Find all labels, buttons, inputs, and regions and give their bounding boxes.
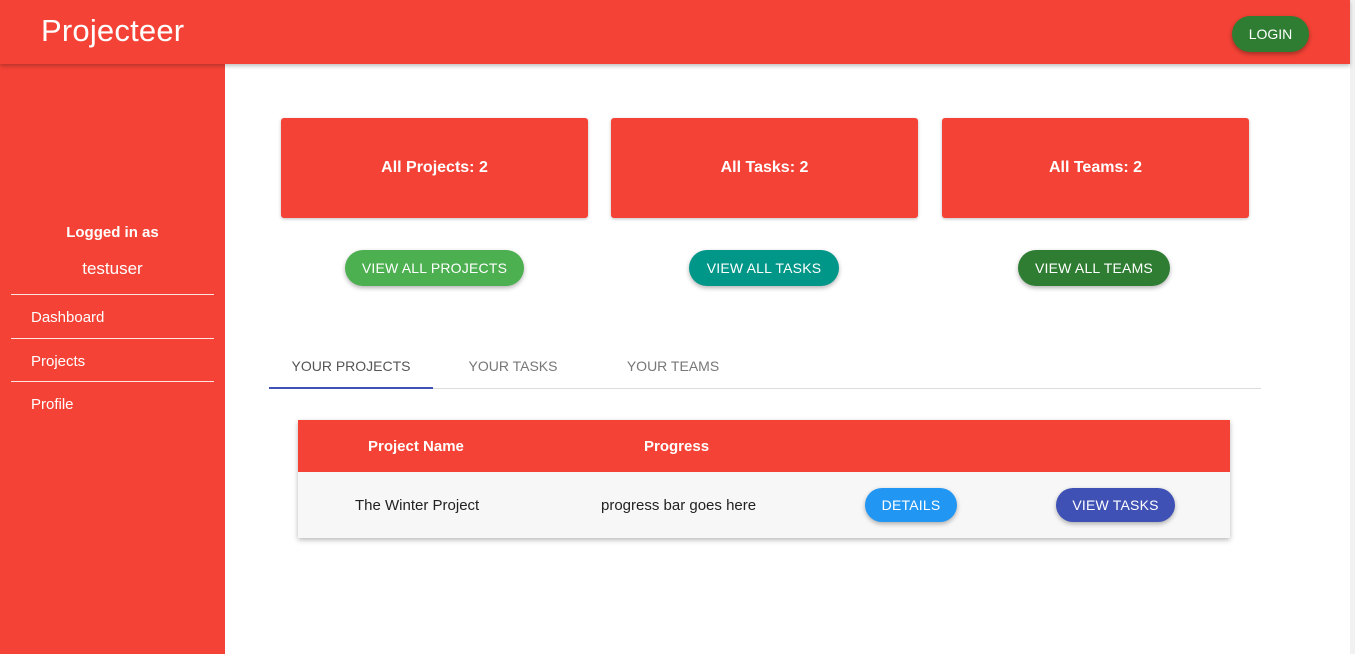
column-header-progress: Progress [644,438,710,455]
progress-cell: progress bar goes here [601,497,757,514]
logged-in-label: Logged in as [66,224,159,241]
sidebar: Logged in as testuser Dashboard Projects… [0,64,225,654]
sidebar-nav: Dashboard Projects Profile [11,294,214,425]
page-scrollbar[interactable] [1350,0,1355,654]
view-all-tasks-button[interactable]: VIEW ALL TASKS [689,250,839,286]
project-name-cell: The Winter Project [355,497,480,514]
all-projects-count: All Projects: 2 [381,159,488,176]
view-all-projects-button[interactable]: VIEW ALL PROJECTS [345,250,524,286]
projects-table: Project Name Progress The Winter Project… [298,420,1230,538]
view-tasks-button[interactable]: VIEW TASKS [1056,488,1175,522]
all-projects-card: All Projects: 2 [281,118,588,218]
all-teams-card: All Teams: 2 [942,118,1249,218]
app-brand: Projecteer [41,13,185,48]
table-header: Project Name Progress [298,420,1230,472]
login-button[interactable]: LOGIN [1232,16,1309,52]
username: testuser [82,259,143,278]
tab-your-tasks[interactable]: YOUR TASKS [433,346,593,389]
top-app-bar: Projecteer LOGIN [0,0,1350,64]
details-button[interactable]: DETAILS [865,488,957,522]
all-teams-count: All Teams: 2 [1048,159,1143,176]
tab-your-projects[interactable]: YOUR PROJECTS [269,346,433,389]
sidebar-item-profile[interactable]: Profile [11,381,214,425]
view-all-teams-button[interactable]: VIEW ALL TEAMS [1018,250,1170,286]
all-tasks-card: All Tasks: 2 [611,118,918,218]
tab-your-teams[interactable]: YOUR TEAMS [593,346,753,389]
sidebar-item-projects[interactable]: Projects [11,337,214,382]
all-tasks-count: All Tasks: 2 [720,159,809,176]
main-content: All Projects: 2 All Tasks: 2 All Teams: … [225,64,1350,654]
table-row: The Winter Project progress bar goes her… [298,472,1230,538]
app-root: Projecteer LOGIN Logged in as testuser D… [0,0,1355,654]
sidebar-item-dashboard[interactable]: Dashboard [11,294,214,338]
column-header-project-name: Project Name [368,438,464,455]
tab-bar: YOUR PROJECTS YOUR TASKS YOUR TEAMS [269,346,1261,389]
